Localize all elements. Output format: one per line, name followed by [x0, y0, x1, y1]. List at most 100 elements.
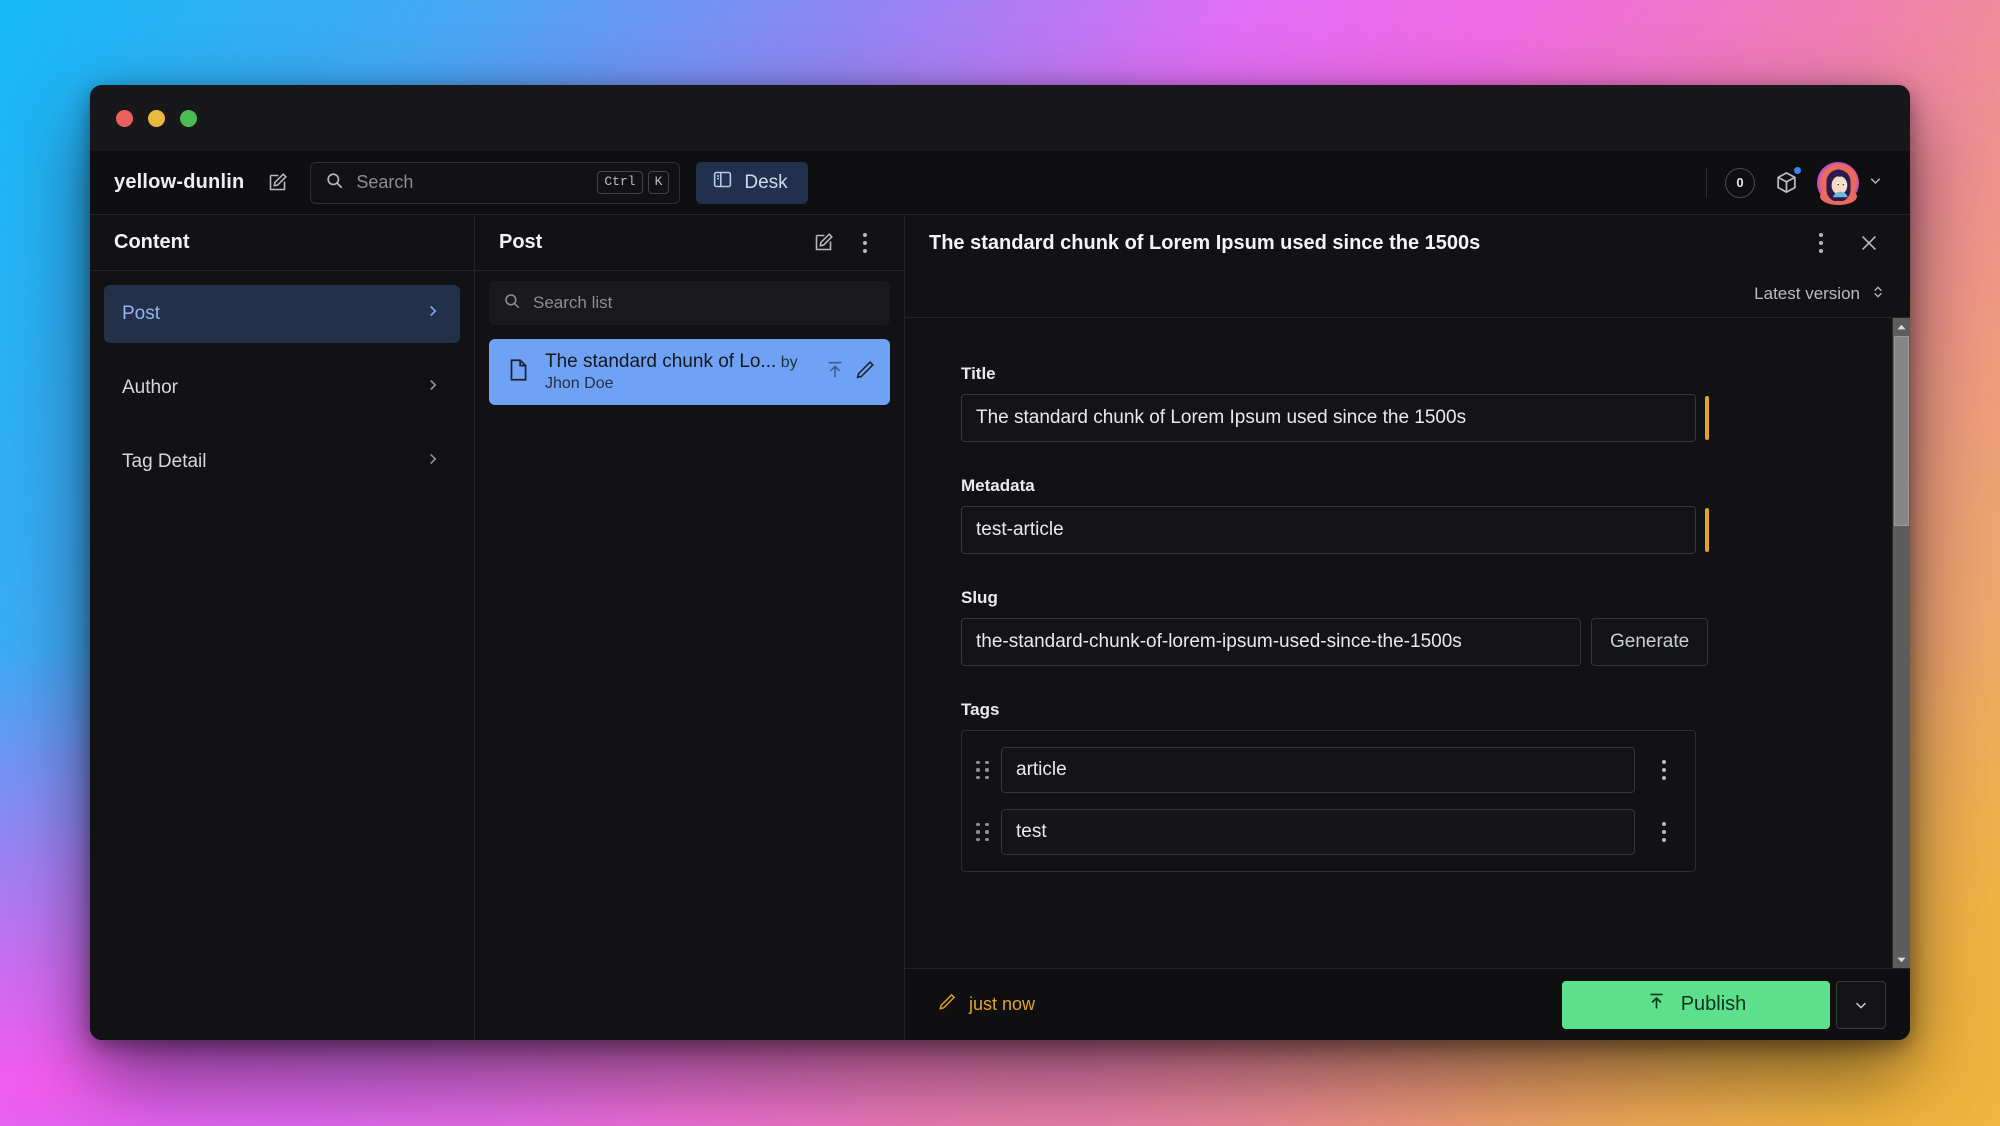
title-change-indicator [1705, 396, 1709, 440]
field-tags: Tags article test [961, 700, 1892, 872]
sidebar-item-label: Author [122, 377, 178, 399]
avatar[interactable] [1817, 162, 1859, 204]
workspace-brand: yellow-dunlin [114, 171, 244, 194]
last-edited-status: just now [937, 992, 1035, 1017]
more-vertical-icon[interactable] [1647, 753, 1681, 787]
more-vertical-icon[interactable] [1804, 226, 1838, 260]
search-icon [325, 171, 344, 195]
field-label: Slug [961, 588, 1892, 608]
user-menu[interactable] [1817, 162, 1884, 204]
list-pane: Post [475, 215, 905, 1040]
compose-icon[interactable] [806, 226, 840, 260]
search-shortcut: Ctrl K [597, 171, 669, 193]
sidebar-item-label: Post [122, 303, 160, 325]
chevron-up-down-icon [1870, 283, 1886, 306]
sidebar-item-tag-detail[interactable]: Tag Detail [104, 433, 460, 491]
scroll-down-button[interactable] [1893, 950, 1910, 968]
list-search-input[interactable]: Search list [489, 281, 890, 325]
document-icon [505, 357, 531, 388]
shortcut-key-k: K [648, 171, 670, 193]
metadata-change-indicator [1705, 508, 1709, 552]
scrollbar-thumb[interactable] [1894, 336, 1909, 526]
chevron-down-icon[interactable] [1867, 172, 1884, 194]
topbar-right-actions: 0 [1706, 162, 1884, 204]
list-pane-actions [806, 226, 882, 260]
publish-arrow-icon[interactable] [824, 359, 846, 386]
publish-button[interactable]: Publish [1562, 981, 1830, 1029]
package-icon[interactable] [1769, 166, 1803, 200]
sidebar-item-author[interactable]: Author [104, 359, 460, 417]
panel-layout-icon [712, 169, 733, 196]
close-icon[interactable] [1852, 226, 1886, 260]
scroll-up-button[interactable] [1893, 318, 1910, 336]
document-footer: just now Publish [905, 968, 1910, 1040]
content-pane: Content Post Author Tag Detail [90, 215, 475, 1040]
divider [1706, 168, 1707, 198]
page-title: The standard chunk of Lorem Ipsum used s… [929, 232, 1480, 255]
document-scrollbar[interactable] [1892, 318, 1910, 968]
list-item[interactable]: The standard chunk of Lo... by Jhon Doe [489, 339, 890, 405]
list-search-placeholder: Search list [533, 293, 612, 313]
notification-count-badge[interactable]: 0 [1725, 168, 1755, 198]
generate-slug-button[interactable]: Generate [1591, 618, 1708, 666]
chevron-right-icon [424, 302, 442, 326]
app-topbar: yellow-dunlin Search Ctrl K [90, 151, 1910, 215]
field-title: Title The standard chunk of Lorem Ipsum … [961, 364, 1892, 442]
field-metadata: Metadata test-article [961, 476, 1892, 554]
tag-input[interactable]: article [1001, 747, 1635, 793]
desk-button[interactable]: Desk [696, 162, 807, 204]
slug-input[interactable]: the-standard-chunk-of-lorem-ipsum-used-s… [961, 618, 1581, 666]
drag-handle-icon[interactable] [976, 823, 989, 842]
close-window-button[interactable] [116, 110, 133, 127]
list-item-title: The standard chunk of Lo... [545, 351, 776, 372]
document-header-actions [1804, 226, 1886, 260]
version-selector[interactable]: Latest version [929, 271, 1886, 317]
list-pane-header: Post [475, 215, 904, 271]
package-update-dot [1793, 166, 1802, 175]
search-icon [503, 292, 521, 315]
minimize-window-button[interactable] [148, 110, 165, 127]
zoom-window-button[interactable] [180, 110, 197, 127]
last-edited-text: just now [969, 994, 1035, 1015]
chevron-right-icon [424, 376, 442, 400]
tags-container: article test [961, 730, 1696, 872]
app-body: Content Post Author Tag Detail [90, 215, 1910, 1040]
tag-input[interactable]: test [1001, 809, 1635, 855]
version-label: Latest version [1754, 284, 1860, 304]
list-search-wrap: Search list [475, 271, 904, 335]
pencil-icon[interactable] [854, 359, 876, 386]
document-header-main: The standard chunk of Lorem Ipsum used s… [929, 215, 1886, 271]
document-pane: The standard chunk of Lorem Ipsum used s… [905, 215, 1910, 1040]
list-item-actions [824, 359, 876, 386]
list-item-text: The standard chunk of Lo... by Jhon Doe [545, 350, 810, 395]
desk-button-label: Desk [744, 172, 787, 194]
sidebar-list: Post Author Tag Detail [90, 271, 474, 507]
document-form: Title The standard chunk of Lorem Ipsum … [905, 318, 1892, 968]
slug-row: the-standard-chunk-of-lorem-ipsum-used-s… [961, 618, 1892, 666]
scrollbar-track[interactable] [1893, 336, 1910, 950]
document-header: The standard chunk of Lorem Ipsum used s… [905, 215, 1910, 318]
publish-options-button[interactable] [1836, 981, 1886, 1029]
compose-icon[interactable] [260, 166, 294, 200]
pencil-icon [937, 992, 957, 1017]
title-input[interactable]: The standard chunk of Lorem Ipsum used s… [961, 394, 1696, 442]
traffic-lights [116, 110, 197, 127]
tag-row: article [976, 747, 1681, 793]
field-label: Metadata [961, 476, 1892, 496]
content-pane-title: Content [114, 231, 190, 254]
sidebar-item-label: Tag Detail [122, 451, 207, 473]
field-slug: Slug the-standard-chunk-of-lorem-ipsum-u… [961, 588, 1892, 666]
global-search-input[interactable]: Search Ctrl K [310, 162, 680, 204]
drag-handle-icon[interactable] [976, 761, 989, 780]
avatar-image [1820, 188, 1857, 205]
window-titlebar [90, 85, 1910, 151]
shortcut-key-ctrl: Ctrl [597, 171, 642, 193]
more-vertical-icon[interactable] [1647, 815, 1681, 849]
content-pane-header: Content [90, 215, 474, 271]
metadata-input[interactable]: test-article [961, 506, 1696, 554]
field-label: Title [961, 364, 1892, 384]
sidebar-item-post[interactable]: Post [104, 285, 460, 343]
more-vertical-icon[interactable] [848, 226, 882, 260]
publish-arrow-icon [1646, 991, 1667, 1018]
chevron-right-icon [424, 450, 442, 474]
